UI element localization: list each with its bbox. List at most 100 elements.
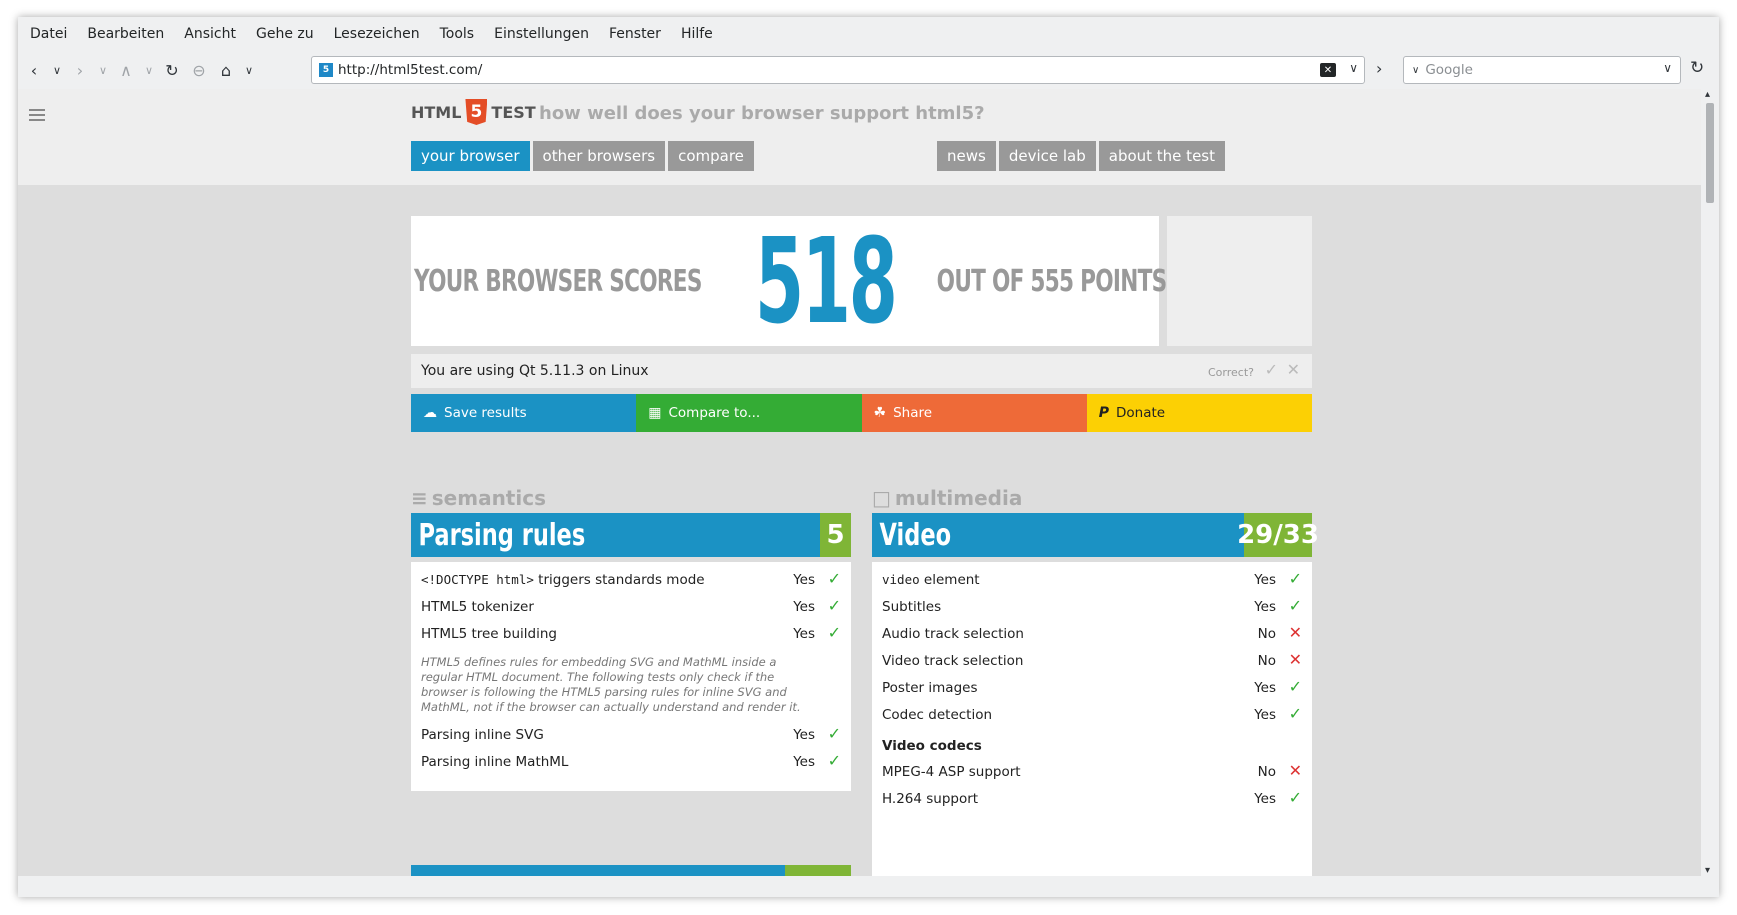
site-header: HTML 5 TEST how well does your browser s… — [18, 89, 1701, 185]
menu-ansicht[interactable]: Ansicht — [184, 26, 236, 42]
home-chevron-icon[interactable]: ∨ — [242, 58, 256, 82]
search-engine-chevron-icon[interactable]: ∨ — [1412, 65, 1419, 76]
next-category-score — [785, 865, 851, 876]
test-label: Poster images — [882, 679, 978, 696]
reload-icon[interactable]: ↻ — [161, 58, 183, 82]
vertical-scrollbar[interactable]: ▴ ▾ — [1701, 89, 1719, 876]
menu-gehe-zu[interactable]: Gehe zu — [256, 26, 314, 42]
test-row: <!DOCTYPE html> triggers standards mode … — [411, 566, 851, 593]
confirm-check-icon[interactable]: ✓ — [1265, 360, 1278, 379]
clear-url-icon[interactable]: ✕ — [1320, 63, 1336, 77]
category-parsing-rules: Parsing rules 5 — [411, 513, 851, 557]
reject-close-icon[interactable]: ✕ — [1287, 360, 1300, 379]
scroll-down-icon[interactable]: ▾ — [1705, 865, 1710, 876]
logo-test-text: TEST — [491, 102, 536, 122]
test-result: Yes — [793, 727, 815, 743]
test-row: Subtitles Yes ✓ — [872, 593, 1312, 620]
video-codecs-subhead: Video codecs — [882, 738, 982, 754]
up-history-chevron-icon[interactable]: ∨ — [142, 58, 156, 82]
check-icon: ✓ — [1288, 704, 1302, 723]
menu-lesezeichen[interactable]: Lesezeichen — [334, 26, 420, 42]
save-results-label: Save results — [444, 405, 527, 421]
score-side-panel — [1167, 216, 1312, 346]
test-label: <!DOCTYPE html> triggers standards mode — [421, 571, 705, 588]
test-row: video element Yes ✓ — [872, 566, 1312, 593]
menu-einstellungen[interactable]: Einstellungen — [494, 26, 589, 42]
category-title: Video — [879, 517, 952, 553]
site-logo[interactable]: HTML 5 TEST — [411, 99, 536, 125]
test-result: Yes — [1254, 599, 1276, 615]
test-row: HTML5 tokenizer Yes ✓ — [411, 593, 851, 620]
test-label: Codec detection — [882, 706, 993, 723]
scroll-up-icon[interactable]: ▴ — [1705, 89, 1710, 100]
test-result: Yes — [793, 572, 815, 588]
menubar: Datei Bearbeiten Ansicht Gehe zu Lesezei… — [18, 17, 1719, 51]
test-row: MPEG-4 ASP support No ✕ — [872, 758, 1312, 785]
donate-button[interactable]: P Donate — [1086, 394, 1312, 432]
section-semantics-label: semantics — [431, 486, 546, 510]
test-result: Yes — [793, 626, 815, 642]
check-icon: ✓ — [1288, 596, 1302, 615]
forward-icon[interactable]: › — [69, 58, 91, 82]
test-label: Parsing inline SVG — [421, 726, 544, 743]
test-label: video element — [882, 571, 980, 588]
test-result: Yes — [1254, 707, 1276, 723]
test-row: H.264 support Yes ✓ — [872, 785, 1312, 812]
parsing-rules-tests: <!DOCTYPE html> triggers standards mode … — [411, 562, 851, 791]
next-category-header — [411, 865, 851, 876]
check-icon: ✓ — [1288, 677, 1302, 696]
test-label: Parsing inline MathML — [421, 753, 569, 770]
search-dropdown-chevron-icon[interactable]: ∨ — [1663, 61, 1672, 75]
score-value: 518 — [754, 212, 898, 350]
test-row: Parsing inline SVG Yes ✓ — [411, 721, 851, 748]
sync-icon[interactable]: ↻ — [1690, 58, 1704, 78]
hamburger-menu-icon[interactable] — [29, 109, 45, 121]
back-icon[interactable]: ‹ — [23, 58, 45, 82]
nav-compare[interactable]: compare — [668, 141, 754, 171]
go-icon[interactable]: › — [1376, 59, 1382, 78]
check-icon: ✓ — [827, 596, 841, 615]
url-text[interactable]: http://html5test.com/ — [338, 62, 482, 78]
nav-your-browser[interactable]: your browser — [411, 141, 530, 171]
menu-hilfe[interactable]: Hilfe — [681, 26, 713, 42]
test-row: Audio track selection No ✕ — [872, 620, 1312, 647]
test-result: No — [1257, 764, 1276, 780]
forward-history-chevron-icon[interactable]: ∨ — [96, 58, 110, 82]
menu-fenster[interactable]: Fenster — [609, 26, 661, 42]
section-multimedia-heading: □ multimedia — [872, 486, 1022, 510]
url-history-chevron-icon[interactable]: ∨ — [1349, 61, 1358, 75]
test-label: HTML5 tokenizer — [421, 598, 534, 615]
browser-detection-text: You are using Qt 5.11.3 on Linux — [421, 363, 649, 379]
share-button[interactable]: ☘ Share — [861, 394, 1087, 432]
scrollbar-thumb[interactable] — [1706, 103, 1714, 203]
cross-icon: ✕ — [1288, 761, 1302, 780]
test-row: Video track selection No ✕ — [872, 647, 1312, 674]
up-icon[interactable]: ∧ — [115, 58, 137, 82]
test-result: Yes — [1254, 680, 1276, 696]
video-tests: video element Yes ✓ Subtitles Yes ✓ Audi… — [872, 562, 1312, 876]
test-label: HTML5 tree building — [421, 625, 557, 642]
html5-shield-icon: 5 — [465, 99, 488, 125]
nav-about-the-test[interactable]: about the test — [1098, 141, 1225, 171]
compare-to-button[interactable]: ▦ Compare to... — [636, 394, 862, 432]
cross-icon: ✕ — [1288, 650, 1302, 669]
save-results-button[interactable]: ☁ Save results — [411, 394, 637, 432]
nav-device-lab[interactable]: device lab — [998, 141, 1096, 171]
url-bar[interactable]: 5 http://html5test.com/ ✕ ∨ — [311, 56, 1365, 84]
search-bar[interactable]: ∨ Google ∨ — [1403, 56, 1681, 84]
menu-datei[interactable]: Datei — [30, 26, 67, 42]
nav-news[interactable]: news — [937, 141, 996, 171]
menu-tools[interactable]: Tools — [440, 26, 475, 42]
back-history-chevron-icon[interactable]: ∨ — [50, 58, 64, 82]
test-label: Subtitles — [882, 598, 942, 615]
multimedia-film-icon: □ — [872, 486, 891, 510]
home-icon[interactable]: ⌂ — [215, 58, 237, 82]
action-bar: ☁ Save results ▦ Compare to... ☘ Share P… — [411, 394, 1312, 432]
cross-icon: ✕ — [1288, 623, 1302, 642]
test-result: Yes — [793, 754, 815, 770]
browser-window: Datei Bearbeiten Ansicht Gehe zu Lesezei… — [18, 17, 1719, 897]
category-score: 5 — [820, 513, 851, 557]
menu-bearbeiten[interactable]: Bearbeiten — [87, 26, 164, 42]
nav-other-browsers[interactable]: other browsers — [532, 141, 666, 171]
stop-icon[interactable]: ⊖ — [188, 58, 210, 82]
